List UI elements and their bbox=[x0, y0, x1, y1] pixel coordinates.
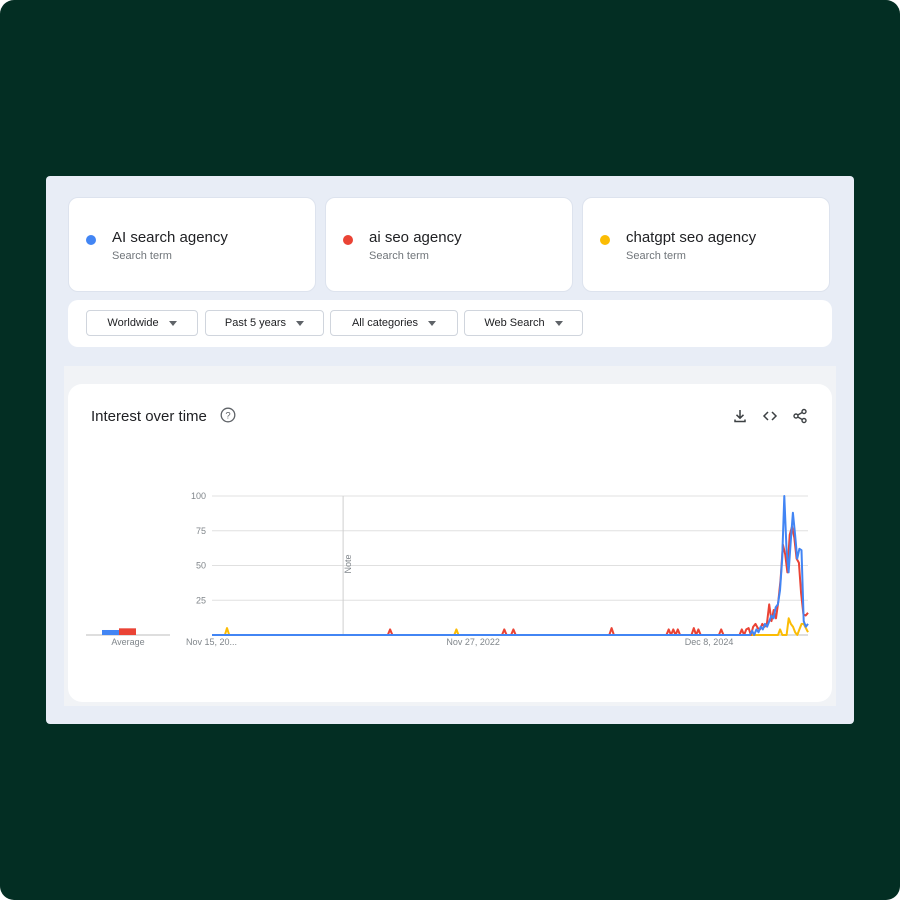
y-tick-label: 25 bbox=[196, 595, 206, 605]
term-type: Search term bbox=[112, 250, 172, 262]
region-label: Worldwide bbox=[107, 317, 159, 329]
caret-down-icon bbox=[554, 320, 563, 326]
trends-panel: AI search agency Search term ai seo agen… bbox=[46, 176, 854, 724]
time-range-dropdown[interactable]: Past 5 years bbox=[205, 310, 324, 336]
term-type: Search term bbox=[369, 250, 429, 262]
filter-bar: Worldwide Past 5 years All categories We… bbox=[68, 300, 832, 347]
term-name: chatgpt seo agency bbox=[626, 229, 757, 246]
series-color-dot bbox=[343, 235, 353, 245]
x-tick-label: Nov 27, 2022 bbox=[446, 637, 500, 647]
category-dropdown[interactable]: All categories bbox=[330, 310, 458, 336]
interest-over-time-card: Interest over time ? 25 50 75 100 Note N… bbox=[68, 384, 832, 702]
chart-section: Interest over time ? 25 50 75 100 Note N… bbox=[64, 366, 836, 706]
term-card-chatgpt-seo-agency[interactable]: chatgpt seo agency Search term bbox=[582, 197, 830, 292]
average-label: Average bbox=[111, 637, 144, 647]
note-label: Note bbox=[343, 554, 353, 573]
term-type: Search term bbox=[626, 250, 686, 262]
caret-down-icon bbox=[428, 320, 437, 326]
interest-chart: 25 50 75 100 Note Nov 15, 20... Nov 27, 2022 De… bbox=[86, 491, 809, 647]
region-dropdown[interactable]: Worldwide bbox=[86, 310, 198, 336]
series-color-dot bbox=[600, 235, 610, 245]
y-tick-label: 100 bbox=[191, 491, 206, 501]
y-tick-label: 50 bbox=[196, 561, 206, 571]
category-label: All categories bbox=[351, 317, 419, 329]
x-tick-label: Dec 8, 2024 bbox=[685, 637, 734, 647]
series-color-dot bbox=[86, 235, 96, 245]
series-line bbox=[212, 525, 809, 636]
term-name: AI search agency bbox=[112, 229, 228, 246]
search-type-label: Web Search bbox=[484, 317, 545, 329]
caret-down-icon bbox=[168, 320, 177, 326]
y-tick-label: 75 bbox=[196, 526, 206, 536]
term-card-ai-search-agency[interactable]: AI search agency Search term bbox=[68, 197, 316, 292]
caret-down-icon bbox=[296, 320, 305, 326]
search-type-dropdown[interactable]: Web Search bbox=[464, 310, 583, 336]
x-tick-label: Nov 15, 20... bbox=[186, 637, 237, 647]
series-line bbox=[212, 617, 809, 636]
term-card-ai-seo-agency[interactable]: ai seo agency Search term bbox=[325, 197, 573, 292]
background-frame: AI search agency Search term ai seo agen… bbox=[0, 0, 900, 900]
average-bar bbox=[102, 629, 119, 635]
average-bar bbox=[119, 628, 136, 635]
term-name: ai seo agency bbox=[369, 229, 462, 246]
time-range-label: Past 5 years bbox=[224, 317, 287, 329]
